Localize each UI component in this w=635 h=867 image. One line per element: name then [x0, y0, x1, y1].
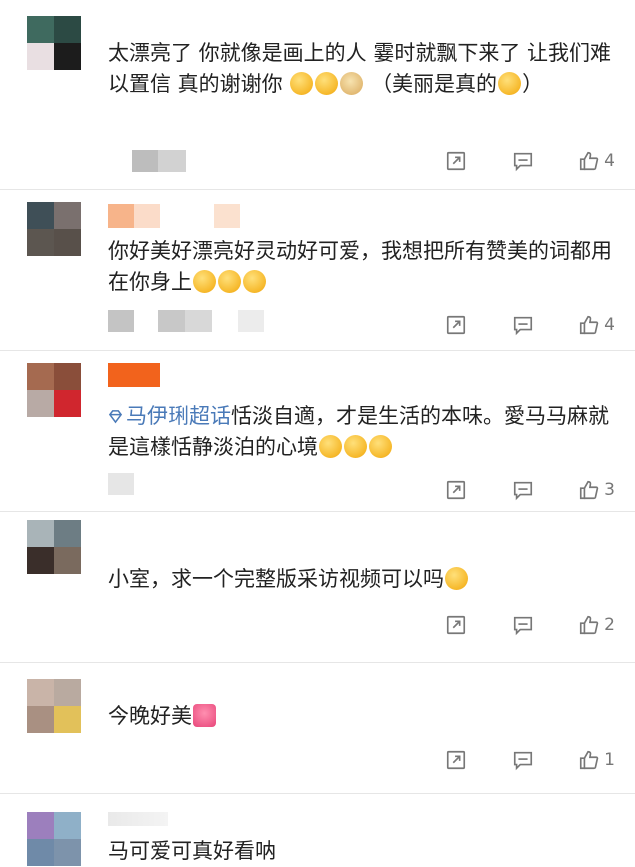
wink-tongue-emoji-icon [319, 435, 342, 458]
action-bar: 2 [445, 612, 615, 638]
blurred-meta [108, 473, 134, 495]
topic-link[interactable]: 马伊琍超话 [108, 404, 231, 428]
blurred-username [214, 204, 240, 228]
doge-emoji-icon [340, 72, 364, 95]
comment-text: 马伊琍超话恬淡自適，才是生活的本味。愛马马麻就是這樣恬静淡泊的心境 [108, 404, 609, 459]
like-count: 3 [604, 480, 615, 500]
heart-emoji-icon [193, 704, 216, 727]
share-icon [446, 315, 466, 335]
share-button[interactable] [445, 314, 467, 336]
comment-item: 马伊琍超话恬淡自適，才是生活的本味。愛马马麻就是這樣恬静淡泊的心境 3 [0, 351, 635, 511]
comment-button[interactable] [512, 614, 534, 636]
laugh-emoji-icon [315, 72, 339, 95]
comment-button[interactable] [512, 749, 534, 771]
comment-icon [513, 152, 532, 172]
blurred-meta [238, 310, 264, 332]
like-button[interactable]: 4 [578, 150, 615, 172]
avatar[interactable] [27, 520, 81, 574]
thumbs-up-icon [580, 615, 599, 635]
comment-button[interactable] [512, 314, 534, 336]
share-icon [446, 151, 466, 171]
blurred-meta [158, 310, 212, 332]
like-count: 1 [604, 750, 615, 770]
share-icon [446, 750, 466, 770]
blurred-meta [108, 310, 134, 332]
avatar[interactable] [27, 679, 81, 733]
comment-icon [513, 751, 532, 771]
share-button[interactable] [445, 614, 467, 636]
grin-emoji-icon [369, 435, 392, 458]
comment-icon [513, 481, 532, 501]
action-bar: 3 [445, 477, 615, 503]
comment-icon [513, 316, 532, 336]
weary-emoji-icon [445, 567, 468, 590]
like-count: 2 [604, 615, 615, 635]
comment-text: 马可爱可真好看呐 [108, 839, 276, 863]
weary-emoji-icon [193, 270, 216, 293]
action-bar: 1 [445, 747, 615, 773]
thumbs-up-icon [580, 151, 599, 171]
share-button[interactable] [445, 150, 467, 172]
share-button[interactable] [445, 749, 467, 771]
blurred-meta [132, 150, 186, 172]
like-button[interactable]: 1 [578, 749, 615, 771]
comment-icon [513, 616, 532, 636]
like-count: 4 [604, 151, 615, 171]
comment-item: 你好美好漂亮好灵动好可爱，我想把所有赞美的词都用在你身上 4 [0, 190, 635, 350]
comment-text: 太漂亮了 你就像是画上的人 霎时就飘下来了 让我们难以置信 真的谢谢你 （美丽是… [108, 41, 612, 96]
comment-button[interactable] [512, 479, 534, 501]
thumbs-up-icon [580, 480, 599, 500]
laugh-emoji-icon [290, 72, 314, 95]
comment-item: 今晚好美 1 [0, 663, 635, 793]
comment-item: 马可爱可真好看呐 [0, 794, 635, 866]
weary-emoji-icon [218, 270, 241, 293]
action-bar: 4 [445, 148, 615, 174]
thumbs-up-icon [580, 750, 599, 770]
kiss-emoji-icon [344, 435, 367, 458]
comment-item: 小室，求一个完整版采访视频可以吗 2 [0, 512, 635, 662]
like-count: 4 [604, 315, 615, 335]
thumbs-up-icon [580, 315, 599, 335]
share-icon [446, 480, 466, 500]
diamond-icon [108, 410, 123, 424]
share-icon [446, 615, 466, 635]
avatar[interactable] [27, 16, 81, 70]
like-button[interactable]: 2 [578, 614, 615, 636]
blurred-username [108, 204, 160, 228]
comment-item: 太漂亮了 你就像是画上的人 霎时就飘下来了 让我们难以置信 真的谢谢你 （美丽是… [0, 0, 635, 190]
like-button[interactable]: 3 [578, 479, 615, 501]
kiss-emoji-icon [498, 72, 522, 95]
weary-emoji-icon [243, 270, 266, 293]
comment-button[interactable] [512, 150, 534, 172]
action-bar: 4 [445, 312, 615, 338]
blurred-username [108, 812, 168, 826]
comment-text: 今晚好美 [108, 701, 613, 732]
comment-text: 你好美好漂亮好灵动好可爱，我想把所有赞美的词都用在你身上 [108, 239, 612, 294]
like-button[interactable]: 4 [578, 314, 615, 336]
avatar[interactable] [27, 202, 81, 256]
comment-text: 小室，求一个完整版采访视频可以吗 [108, 564, 613, 595]
avatar[interactable] [27, 363, 81, 417]
blurred-username [108, 363, 160, 387]
avatar[interactable] [27, 812, 81, 866]
share-button[interactable] [445, 479, 467, 501]
